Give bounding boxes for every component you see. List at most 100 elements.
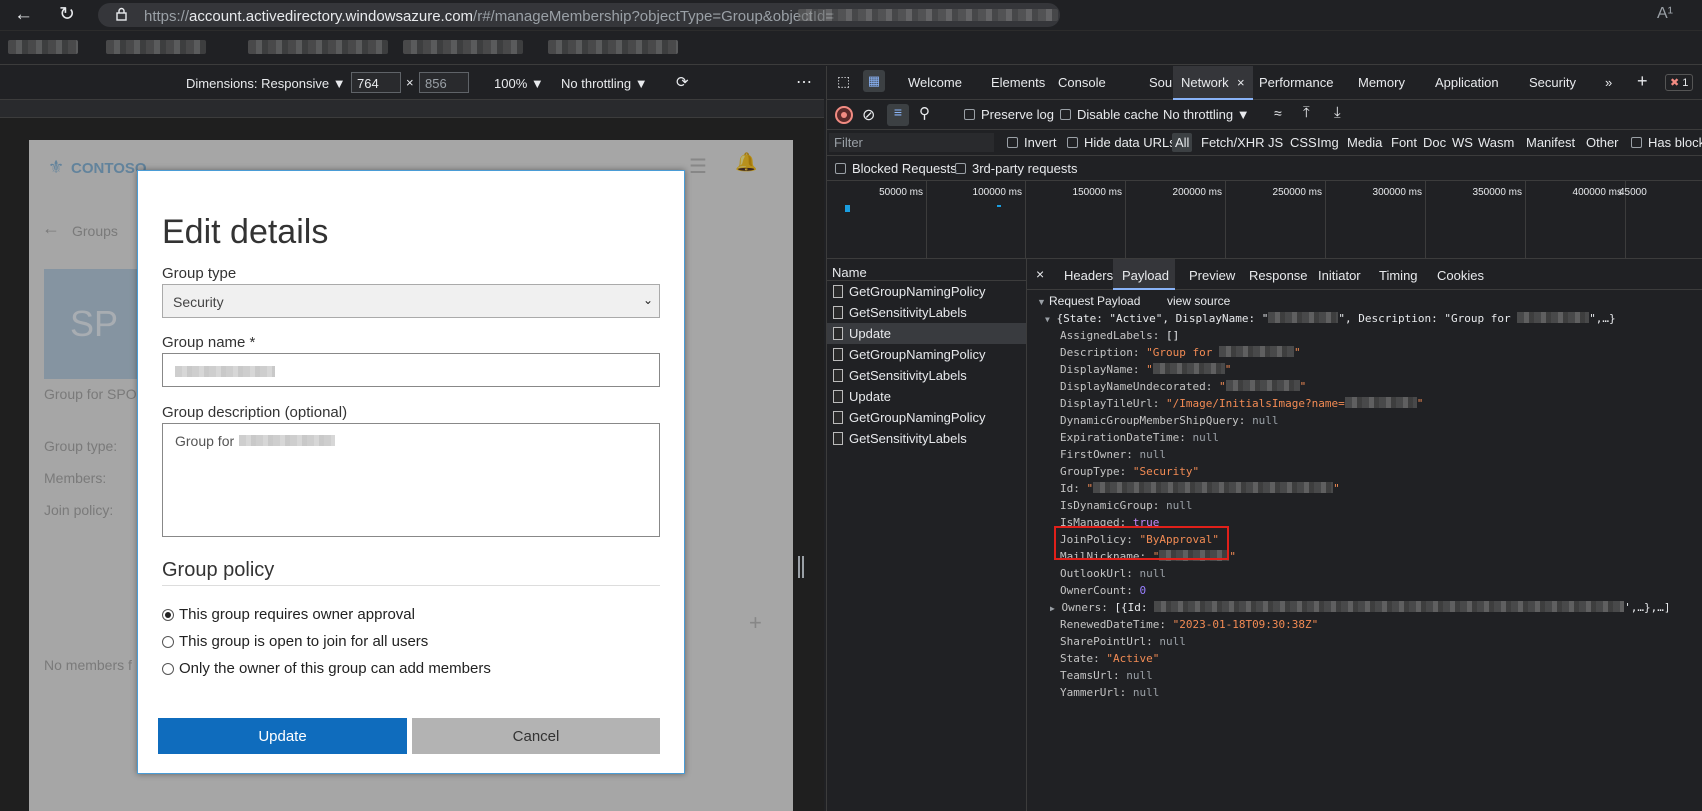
expand-payload-icon[interactable]: ▼ [1037,294,1046,311]
detail-tab-initiator[interactable]: Initiator [1318,268,1361,283]
payload-key: AssignedLabels: [1060,329,1160,342]
group-type-select[interactable]: Security ⌄ [162,284,660,318]
detail-tab-preview[interactable]: Preview [1189,268,1235,283]
address-bar[interactable]: https://account.activedirectory.windowsa… [98,3,1060,27]
type-other[interactable]: Other [1586,135,1619,150]
third-party-checkbox[interactable]: 3rd-party requests [955,161,1078,176]
type-fetch[interactable]: Fetch/XHR [1201,135,1265,150]
payload-summary[interactable]: ▼ {State: "Active", DisplayName: " ", Des… [1045,310,1616,328]
update-button[interactable]: Update [158,718,407,754]
tab-network[interactable]: Network [1181,75,1229,90]
type-font[interactable]: Font [1391,135,1417,150]
record-icon[interactable] [835,106,853,124]
filter-icon[interactable]: ≡ [887,104,909,126]
detail-tab-headers[interactable]: Headers [1064,268,1113,283]
tab-welcome[interactable]: Welcome [908,75,962,90]
payload-value: null [1126,669,1153,682]
detail-tab-payload[interactable]: Payload [1122,268,1169,283]
type-all[interactable]: All [1172,133,1193,152]
tab-memory[interactable]: Memory [1358,75,1405,90]
width-input[interactable]: 764 [351,72,401,93]
search-icon[interactable]: ⚲ [919,104,930,122]
resize-handle-icon[interactable] [798,556,804,578]
device-toolbar: Dimensions: Responsive ▼ 764 × 856 100% … [0,66,824,100]
radio-icon[interactable] [162,662,174,675]
group-description-textarea[interactable]: Group for [162,423,660,537]
clear-icon[interactable]: ⊘ [862,105,875,125]
type-img[interactable]: Img [1317,135,1339,150]
add-tab-icon[interactable]: + [1637,71,1648,92]
upload-icon[interactable]: ⤒ [1303,104,1310,121]
detail-tab-cookies[interactable]: Cookies [1437,268,1484,283]
name-column-header[interactable]: Name [827,259,1026,281]
close-detail-icon[interactable]: × [1036,266,1044,282]
radio-icon[interactable] [162,635,174,648]
dimensions-select[interactable]: Dimensions: Responsive ▼ [186,76,346,91]
download-icon[interactable]: ⤓ [1334,104,1341,121]
more-tabs-icon[interactable]: » [1605,75,1612,90]
request-row[interactable]: GetGroupNamingPolicy [827,407,1026,428]
blocked-requests-checkbox[interactable]: Blocked Requests [835,161,957,176]
view-source-link[interactable]: view source [1167,293,1230,310]
policy-owner-only[interactable]: Only the owner of this group can add mem… [162,660,491,677]
cancel-button[interactable]: Cancel [412,718,660,754]
group-name-input[interactable] [162,353,660,387]
tab-security[interactable]: Security [1529,75,1576,90]
read-aloud-icon[interactable]: A¹ [1657,5,1673,23]
type-manifest[interactable]: Manifest [1526,135,1575,150]
timeline-gridline [926,181,927,259]
height-input[interactable]: 856 [419,72,469,93]
payload-value: " [1146,363,1153,376]
zoom-select[interactable]: 100% ▼ [494,76,544,91]
device-throttling-select[interactable]: No throttling ▼ [561,76,648,91]
throttling-select[interactable]: No throttling ▼ [1163,107,1250,122]
detail-tabbar: × Headers Payload Preview Response Initi… [1027,259,1702,290]
expand-object-icon: ▼ [1045,315,1050,324]
type-doc[interactable]: Doc [1423,135,1446,150]
type-ws[interactable]: WS [1452,135,1473,150]
tab-performance[interactable]: Performance [1259,75,1333,90]
tab-console[interactable]: Console [1058,75,1106,90]
disable-cache-checkbox[interactable]: Disable cache [1060,107,1159,122]
rotate-icon[interactable]: ⟳ [676,73,689,91]
hide-data-urls-checkbox[interactable]: Hide data URLs [1067,135,1176,150]
filter-input[interactable]: Filter [829,133,994,152]
radio-checked-icon[interactable] [162,608,174,621]
type-js[interactable]: JS [1268,135,1283,150]
type-css[interactable]: CSS [1290,135,1317,150]
request-name: Update [849,326,891,341]
policy-owner-approval[interactable]: This group requires owner approval [162,606,415,623]
detail-tab-response[interactable]: Response [1249,268,1308,283]
dialog-title: Edit details [162,213,329,251]
request-row-selected[interactable]: Update [827,323,1026,344]
type-media[interactable]: Media [1347,135,1382,150]
group-type-value: Security [173,294,224,310]
preserve-log-checkbox[interactable]: Preserve log [964,107,1054,122]
request-row[interactable]: GetGroupNamingPolicy [827,281,1026,302]
request-row[interactable]: Update [827,386,1026,407]
tab-application[interactable]: Application [1435,75,1499,90]
request-row[interactable]: GetSensitivityLabels [827,428,1026,449]
more-options-icon[interactable]: ⋯ [796,72,812,92]
back-icon[interactable]: ← [14,4,33,26]
close-tab-icon[interactable]: × [1237,75,1245,90]
tab-elements[interactable]: Elements [991,75,1045,90]
request-row[interactable]: GetSensitivityLabels [827,302,1026,323]
payload-line-owners[interactable]: ▶ Owners: [{Id: ',…},…] [1050,599,1671,617]
reload-icon[interactable]: ↻ [59,3,75,26]
network-conditions-icon[interactable]: ≈ [1274,105,1282,121]
device-mode-icon[interactable]: ▦ [863,70,885,92]
has-blocked-checkbox[interactable]: Has blocked [1631,135,1702,150]
inspect-icon[interactable]: ⬚ [837,73,850,90]
detail-tab-timing[interactable]: Timing [1379,268,1418,283]
payload-line-isdynamic: IsDynamicGroup: null [1060,497,1192,514]
error-badge[interactable]: ✖ 1 [1665,74,1694,91]
payload-key: RenewedDateTime: [1060,618,1166,631]
request-row[interactable]: GetSensitivityLabels [827,365,1026,386]
policy-open-join[interactable]: This group is open to join for all users [162,633,428,650]
type-wasm[interactable]: Wasm [1478,135,1514,150]
request-row[interactable]: GetGroupNamingPolicy [827,344,1026,365]
expand-owners-icon[interactable]: ▶ [1050,604,1055,613]
invert-checkbox[interactable]: Invert [1007,135,1057,150]
group-description-label: Group description (optional) [162,404,348,421]
